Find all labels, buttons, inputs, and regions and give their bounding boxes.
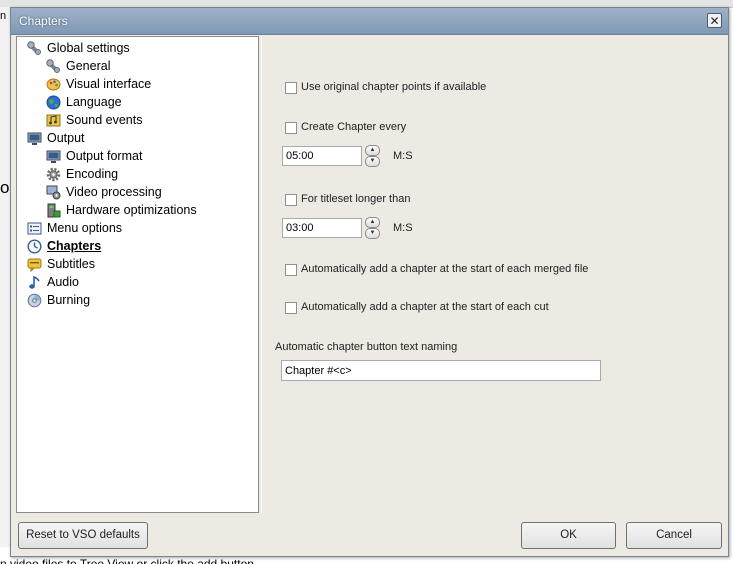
titleset-longer-checkbox[interactable] <box>285 194 297 206</box>
dialog-title: Chapters <box>19 14 68 28</box>
video-processing-icon <box>46 185 61 200</box>
use-original-chapters-label[interactable]: Use original chapter points if available <box>301 81 486 93</box>
chapter-interval-unit: M:S <box>393 150 413 162</box>
background-app-edge <box>0 7 10 547</box>
cancel-button[interactable]: Cancel <box>626 522 722 549</box>
tree-item-label: General <box>66 59 111 73</box>
disc-icon <box>27 293 42 308</box>
background-status-text: n video files to Tree View or click the … <box>0 557 254 564</box>
menu-icon <box>27 222 42 235</box>
monitor-icon <box>27 132 42 145</box>
spin-up-icon[interactable]: ▲ <box>365 145 380 156</box>
chapters-dialog: Chapters ✕ Global settings General Visua… <box>10 7 729 557</box>
spin-up-icon[interactable]: ▲ <box>365 217 380 228</box>
tree-item-label: Global settings <box>47 41 130 55</box>
tree-item-label: Sound events <box>66 113 143 127</box>
wrench-icon <box>27 41 41 55</box>
tree-item-label: Encoding <box>66 167 119 181</box>
spin-down-icon[interactable]: ▼ <box>365 156 380 167</box>
palette-icon <box>46 78 61 91</box>
create-chapter-every-label[interactable]: Create Chapter every <box>301 121 406 133</box>
settings-tree[interactable]: Global settings General Visual interface <box>16 36 259 513</box>
tree-item-label: Chapters <box>47 239 102 253</box>
chapter-per-cut-label[interactable]: Automatically add a chapter at the start… <box>301 301 549 313</box>
tree-item-label: Burning <box>47 293 91 307</box>
sound-icon <box>46 114 61 127</box>
tree-item-label: Subtitles <box>47 257 95 271</box>
use-original-chapters-checkbox[interactable] <box>285 82 297 94</box>
tree-item-label: Hardware optimizations <box>66 203 197 217</box>
dialog-titlebar[interactable]: Chapters ✕ <box>11 8 728 35</box>
reset-defaults-button[interactable]: Reset to VSO defaults <box>18 522 148 549</box>
spin-down-icon[interactable]: ▼ <box>365 228 380 239</box>
titleset-length-spinner[interactable]: ▲ ▼ <box>365 217 380 239</box>
close-button[interactable]: ✕ <box>707 13 722 28</box>
subtitles-icon <box>27 258 42 272</box>
clock-icon <box>27 239 42 254</box>
chapter-naming-label: Automatic chapter button text naming <box>275 341 458 353</box>
hardware-icon <box>47 203 61 218</box>
titleset-length-unit: M:S <box>393 222 413 234</box>
chapter-interval-spinner[interactable]: ▲ ▼ <box>365 145 380 167</box>
tree-item-label: Output <box>47 131 85 145</box>
chapter-per-merged-file-checkbox[interactable] <box>285 264 297 276</box>
tree-item-label: Menu options <box>47 221 123 235</box>
music-note-icon <box>29 275 40 289</box>
chapters-settings-panel: Use original chapter points if available… <box>261 36 726 513</box>
tree-item-label: Language <box>66 95 122 109</box>
background-text-fragment: n <box>0 10 7 22</box>
titleset-longer-label[interactable]: For titleset longer than <box>301 193 410 205</box>
wrench-icon <box>46 59 60 73</box>
tree-item-label: Video processing <box>66 185 162 199</box>
ok-button[interactable]: OK <box>521 522 616 549</box>
titleset-length-input[interactable] <box>282 218 362 238</box>
tree-item-label: Audio <box>47 275 79 289</box>
tree-item-label: Output format <box>66 149 143 163</box>
chapter-per-cut-checkbox[interactable] <box>285 302 297 314</box>
globe-icon <box>46 95 61 110</box>
create-chapter-every-checkbox[interactable] <box>285 122 297 134</box>
chapter-naming-input[interactable] <box>281 360 601 381</box>
chapter-interval-input[interactable] <box>282 146 362 166</box>
monitor-icon <box>46 150 61 163</box>
tree-item-label: Visual interface <box>66 77 152 91</box>
chapter-per-merged-file-label[interactable]: Automatically add a chapter at the start… <box>301 263 588 275</box>
gear-icon <box>46 167 61 182</box>
